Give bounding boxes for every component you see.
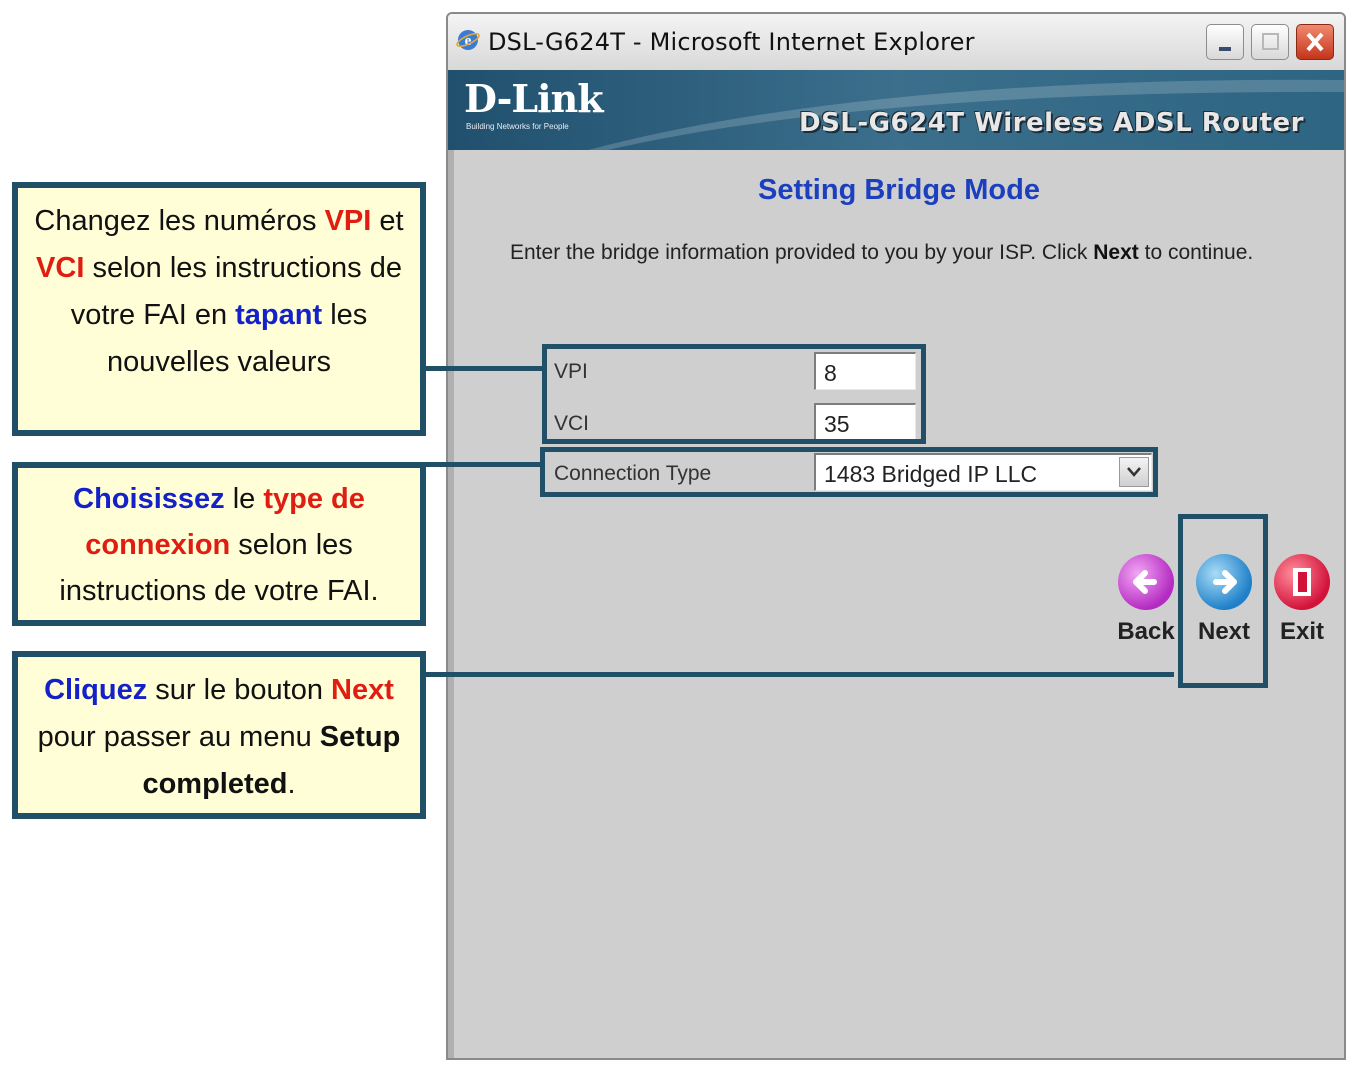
callout-next-word: Next [331,674,394,706]
callout-vpi-vci: Changez les numéros VPI et VCI selon les… [12,182,426,436]
connector-line-vpi [426,366,544,371]
close-button[interactable] [1296,24,1334,60]
dlink-header-banner: D-Link Building Networks for People DSL-… [448,70,1344,150]
product-name: DSL-G624T Wireless ADSL Router [799,108,1304,138]
callout-text: sur le bouton [147,674,332,706]
callout-tapant-word: tapant [235,299,323,331]
exit-button[interactable]: Exit [1266,554,1338,646]
back-arrow-icon [1118,554,1174,610]
title-bar[interactable]: e DSL-G624T - Microsoft Internet Explore… [448,14,1344,71]
window-title: DSL-G624T - Microsoft Internet Explorer [488,28,975,56]
callout-choisissez-word: Choisissez [73,483,225,515]
instructions-text: Enter the bridge information provided to… [510,238,1270,268]
page-content: Setting Bridge Mode Enter the bridge inf… [448,150,1344,1058]
instructions-part: to continue. [1138,241,1254,264]
instructions-next-bold: Next [1093,241,1139,264]
callout-text: et [371,205,404,237]
callout-text: . [287,768,296,800]
maximize-button[interactable] [1251,24,1289,60]
back-label: Back [1117,618,1175,645]
callout-next: Cliquez sur le bouton Next pour passer a… [12,651,426,819]
callout-text: Changez les numéros [34,205,325,237]
connection-type-highlight-box [540,447,1158,497]
browser-window: e DSL-G624T - Microsoft Internet Explore… [446,12,1346,1060]
callout-connection-type: Choisissez le type de connexion selon le… [12,462,426,626]
minimize-button[interactable] [1206,24,1244,60]
callout-text: pour passer au menu [37,721,320,753]
exit-door-icon [1274,554,1330,610]
internet-explorer-icon: e [456,30,480,50]
page-title: Setting Bridge Mode [758,174,1040,206]
minimize-icon [1219,47,1231,51]
callout-text: le [224,483,264,515]
callout-vpi-word: VPI [324,205,372,237]
next-highlight-box [1178,514,1268,688]
back-button[interactable]: Back [1110,554,1182,646]
instructions-part: Enter the bridge information provided to… [510,241,1094,264]
dlink-logo-tagline: Building Networks for People [466,122,569,131]
dlink-logo: D-Link [464,76,604,121]
connector-line-connection [426,462,544,467]
maximize-icon [1262,33,1279,50]
callout-vci-word: VCI [36,252,85,284]
exit-label: Exit [1279,618,1324,645]
vpi-vci-highlight-box [542,344,926,444]
close-icon [1306,32,1324,52]
connector-line-next [426,672,1174,677]
callout-cliquez-word: Cliquez [44,674,148,706]
